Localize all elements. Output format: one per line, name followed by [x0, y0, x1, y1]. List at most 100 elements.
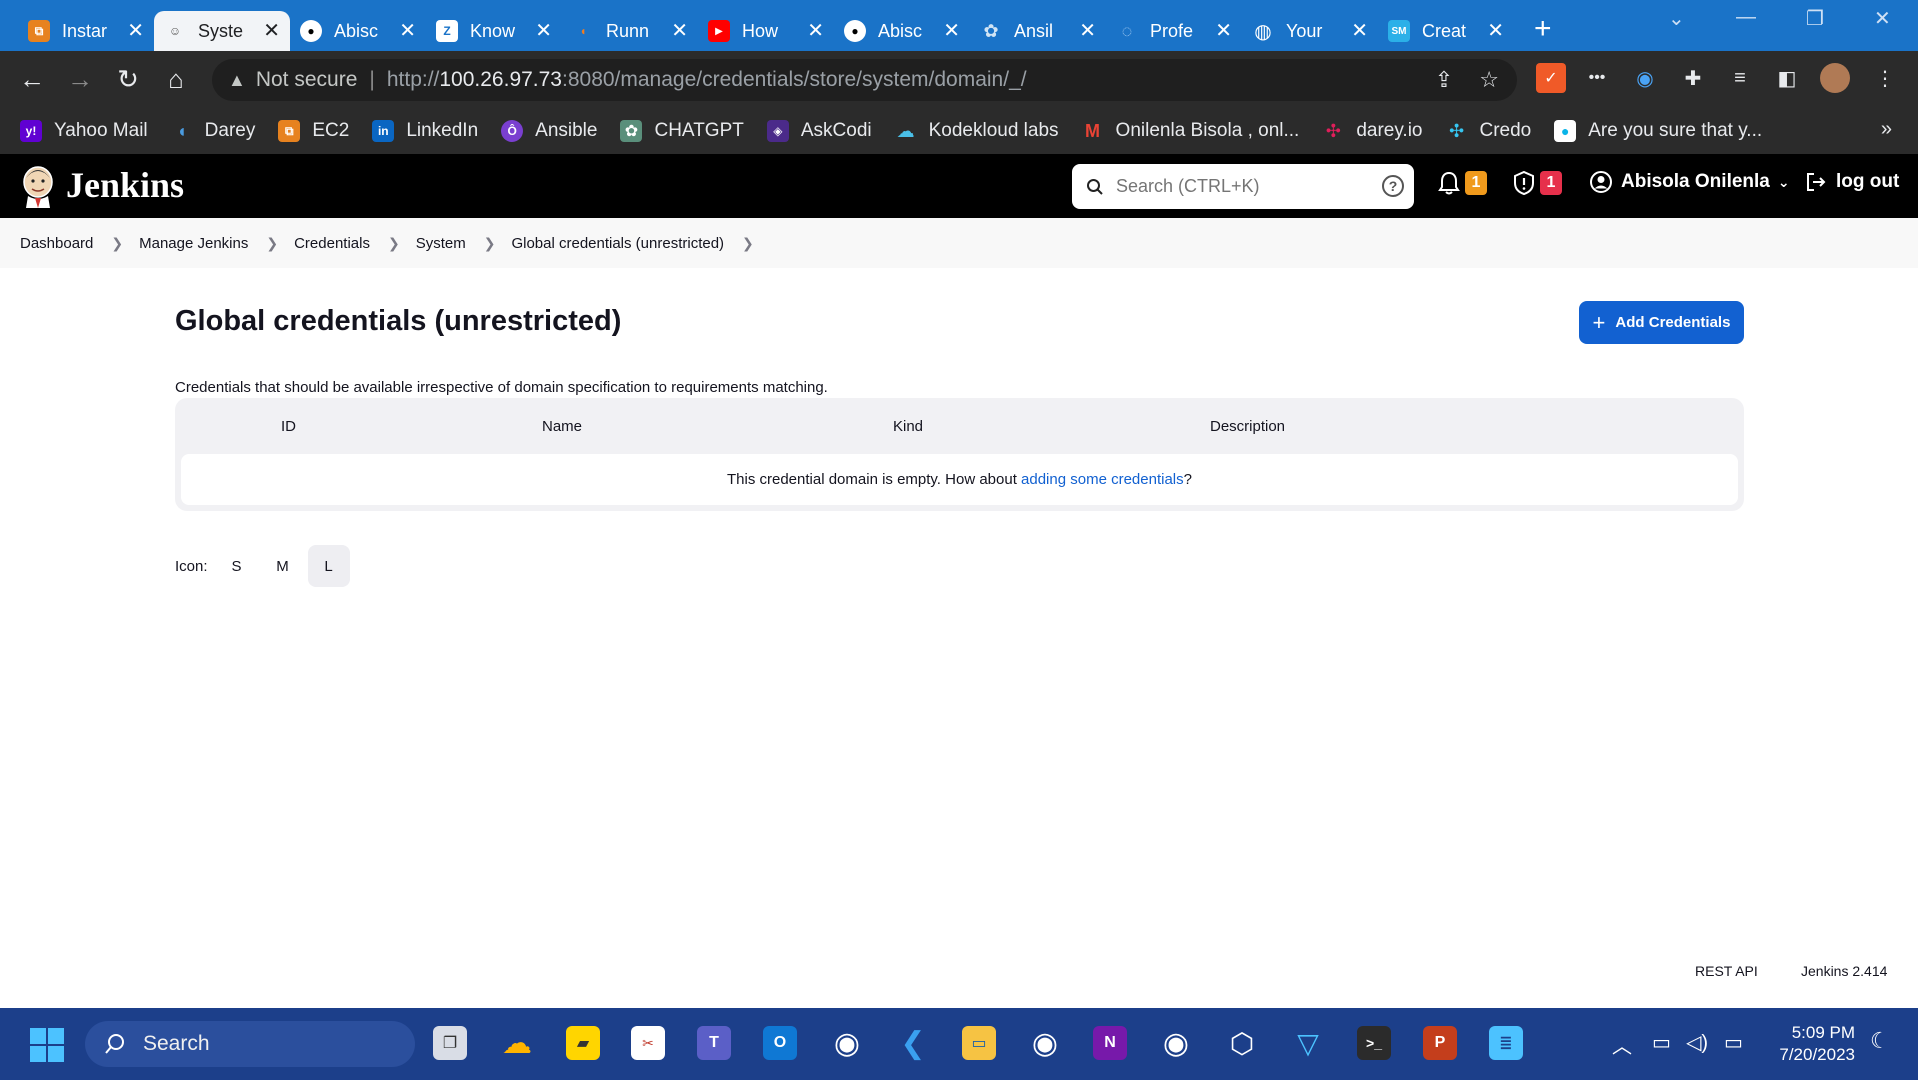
onenote-icon[interactable]: N: [1093, 1026, 1127, 1060]
snipping-tool-icon[interactable]: ✂: [631, 1026, 665, 1060]
teams-icon[interactable]: T: [697, 1026, 731, 1060]
extension-shield-icon[interactable]: ◉: [1630, 63, 1660, 93]
jenkins-search[interactable]: ?: [1072, 164, 1414, 209]
file-explorer-icon[interactable]: ▭: [962, 1026, 996, 1060]
browser-tab[interactable]: ● Abisc ✕: [290, 11, 426, 51]
battery-icon[interactable]: ▭: [1724, 1030, 1743, 1055]
bookmarks-overflow-icon[interactable]: »: [1881, 118, 1892, 141]
close-tab-icon[interactable]: ✕: [1215, 21, 1232, 41]
notifications-button[interactable]: 1: [1437, 170, 1487, 196]
extensions-puzzle-icon[interactable]: ✚: [1678, 63, 1708, 93]
close-tab-icon[interactable]: ✕: [671, 21, 688, 41]
home-icon[interactable]: ⌂: [152, 56, 200, 104]
taskbar-clock[interactable]: 5:09 PM 7/20/2023: [1779, 1022, 1855, 1066]
bookmark-item[interactable]: ● Are you sure that y...: [1554, 120, 1762, 142]
bookmark-item[interactable]: ◖ Darey: [171, 120, 255, 142]
notepad-icon[interactable]: ≣: [1489, 1026, 1523, 1060]
security-button[interactable]: 1: [1512, 170, 1562, 196]
browser-tab[interactable]: ⧉ Instar ✕: [18, 11, 154, 51]
close-tab-icon[interactable]: ✕: [807, 21, 824, 41]
outlook-icon[interactable]: O: [763, 1026, 797, 1060]
help-icon[interactable]: ?: [1382, 175, 1404, 197]
breadcrumb-global-credentials[interactable]: Global credentials (unrestricted): [511, 235, 724, 252]
bookmark-item[interactable]: ✣ darey.io: [1322, 120, 1423, 142]
close-tab-icon[interactable]: ✕: [943, 21, 960, 41]
bookmark-item[interactable]: Ô Ansible: [501, 120, 597, 142]
bookmark-item[interactable]: ✣ Credo: [1446, 120, 1531, 142]
do-not-disturb-icon[interactable]: ☾: [1870, 1028, 1890, 1054]
sticky-notes-icon[interactable]: ▰: [566, 1026, 600, 1060]
bookmark-item[interactable]: in LinkedIn: [372, 120, 478, 142]
vpn-icon[interactable]: ▽: [1291, 1026, 1325, 1060]
browser-tab[interactable]: Z Know ✕: [426, 11, 562, 51]
bookmark-item[interactable]: ✿ CHATGPT: [620, 120, 744, 142]
chrome-profile-2-icon[interactable]: ◉: [1159, 1026, 1193, 1060]
rest-api-link[interactable]: REST API: [1695, 963, 1758, 979]
browser-tab[interactable]: ◖ Runn ✕: [562, 11, 698, 51]
chrome-icon[interactable]: ◉: [830, 1026, 864, 1060]
share-icon[interactable]: ⇪: [1435, 67, 1453, 93]
extension-todo-icon[interactable]: ✓: [1536, 63, 1566, 93]
virtualbox-icon[interactable]: ⬡: [1225, 1026, 1259, 1060]
browser-menu-icon[interactable]: ⋮: [1870, 63, 1900, 93]
close-tab-icon[interactable]: ✕: [1351, 21, 1368, 41]
weather-icon[interactable]: ☁: [500, 1026, 534, 1060]
user-menu[interactable]: Abisola Onilenla ⌄: [1589, 170, 1790, 194]
add-credentials-button[interactable]: + Add Credentials: [1579, 301, 1744, 344]
not-secure-label[interactable]: Not secure: [256, 68, 358, 92]
profile-avatar[interactable]: [1820, 63, 1850, 93]
warning-icon[interactable]: ▲: [228, 70, 246, 91]
browser-tab[interactable]: ▶ How ✕: [698, 11, 834, 51]
task-view-icon[interactable]: ❐: [433, 1026, 467, 1060]
column-header-name[interactable]: Name: [542, 418, 582, 435]
close-tab-icon[interactable]: ✕: [263, 21, 280, 41]
media-queue-icon[interactable]: ≡: [1725, 63, 1755, 93]
side-panel-icon[interactable]: ◧: [1772, 63, 1802, 93]
jenkins-logo-icon[interactable]: [20, 164, 56, 208]
close-tab-icon[interactable]: ✕: [1487, 21, 1504, 41]
column-header-description[interactable]: Description: [1210, 418, 1285, 435]
icon-size-large[interactable]: L: [307, 545, 350, 587]
browser-tab[interactable]: ◌ Profe ✕: [1106, 11, 1242, 51]
breadcrumb-manage-jenkins[interactable]: Manage Jenkins: [139, 235, 248, 252]
powerpoint-icon[interactable]: P: [1423, 1026, 1457, 1060]
column-header-kind[interactable]: Kind: [893, 418, 923, 435]
jenkins-brand[interactable]: Jenkins: [66, 164, 184, 206]
jenkins-version-link[interactable]: Jenkins 2.414: [1801, 963, 1887, 979]
breadcrumb-system[interactable]: System: [416, 235, 466, 252]
browser-tab[interactable]: ● Abisc ✕: [834, 11, 970, 51]
chrome-profile-icon[interactable]: ◉: [1028, 1026, 1062, 1060]
search-input[interactable]: [1116, 176, 1366, 197]
bookmark-star-icon[interactable]: ☆: [1479, 67, 1499, 93]
column-header-id[interactable]: ID: [281, 418, 296, 435]
forward-icon[interactable]: →: [56, 56, 104, 104]
icon-size-small[interactable]: S: [216, 545, 258, 587]
volume-icon[interactable]: ◁): [1686, 1030, 1708, 1055]
breadcrumb-credentials[interactable]: Credentials: [294, 235, 370, 252]
browser-tab[interactable]: SM Creat ✕: [1378, 11, 1514, 51]
windows-start-icon[interactable]: [30, 1028, 64, 1062]
extension-password-icon[interactable]: •••: [1582, 63, 1612, 93]
browser-tab-active[interactable]: ☺ Syste ✕: [154, 11, 290, 51]
close-window-icon[interactable]: ✕: [1874, 6, 1891, 31]
breadcrumb-dashboard[interactable]: Dashboard: [20, 235, 93, 252]
back-icon[interactable]: ←: [8, 56, 56, 104]
add-credentials-link[interactable]: adding some credentials: [1021, 471, 1184, 488]
close-tab-icon[interactable]: ✕: [1079, 21, 1096, 41]
close-tab-icon[interactable]: ✕: [127, 21, 144, 41]
close-tab-icon[interactable]: ✕: [399, 21, 416, 41]
bookmark-item[interactable]: y! Yahoo Mail: [20, 120, 148, 142]
icon-size-medium[interactable]: M: [262, 545, 304, 587]
new-tab-icon[interactable]: +: [1534, 12, 1552, 46]
tab-search-icon[interactable]: ⌄: [1668, 6, 1685, 31]
bookmark-item[interactable]: ⧉ EC2: [278, 120, 349, 142]
network-icon[interactable]: ▭: [1652, 1030, 1671, 1055]
bookmark-item[interactable]: ☁ Kodekloud labs: [895, 120, 1059, 142]
chevron-right-icon[interactable]: ❯: [742, 235, 754, 252]
restore-icon[interactable]: ❐: [1806, 6, 1824, 31]
browser-tab[interactable]: ✿ Ansil ✕: [970, 11, 1106, 51]
minimize-icon[interactable]: —: [1736, 6, 1756, 29]
vscode-icon[interactable]: ❮: [896, 1026, 930, 1060]
taskbar-search[interactable]: Search: [85, 1021, 415, 1067]
close-tab-icon[interactable]: ✕: [535, 21, 552, 41]
